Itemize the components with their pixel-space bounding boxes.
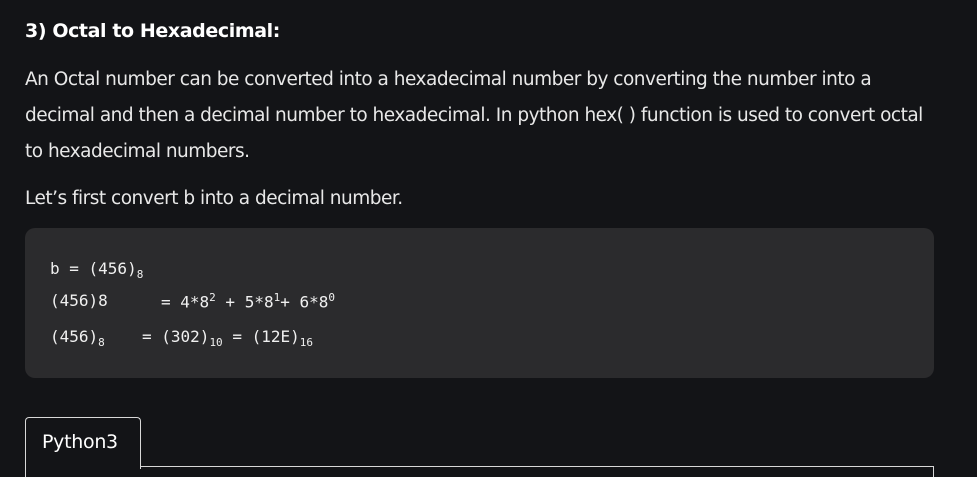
code-subscript: 8 bbox=[136, 268, 144, 282]
code-text: (456)8 bbox=[50, 291, 108, 310]
code-text: = 4*8 bbox=[161, 292, 210, 312]
code-text: = (302) bbox=[142, 327, 210, 346]
code-tab-panel bbox=[25, 466, 934, 477]
code-line-1: b = (456)8 bbox=[50, 259, 143, 281]
code-superscript: 0 bbox=[328, 291, 336, 304]
tab-label: Python3 bbox=[42, 431, 118, 453]
intro-paragraph: An Octal number can be converted into a … bbox=[25, 69, 923, 162]
code-subscript: 16 bbox=[299, 336, 313, 350]
code-text: + 5*8 bbox=[215, 292, 274, 312]
step-paragraph: Let’s first convert b into a decimal num… bbox=[25, 188, 403, 209]
tab-python3[interactable]: Python3 bbox=[25, 417, 141, 469]
code-text: + 6*8 bbox=[280, 292, 329, 312]
section-heading: 3) Octal to Hexadecimal: bbox=[25, 20, 280, 42]
code-text: b = (456) bbox=[50, 259, 137, 278]
code-subscript: 8 bbox=[98, 336, 105, 350]
code-text: = (12E) bbox=[222, 327, 300, 346]
code-text: (456) bbox=[50, 327, 99, 346]
code-subscript: 10 bbox=[209, 336, 223, 350]
code-superscript: 2 bbox=[209, 291, 216, 304]
